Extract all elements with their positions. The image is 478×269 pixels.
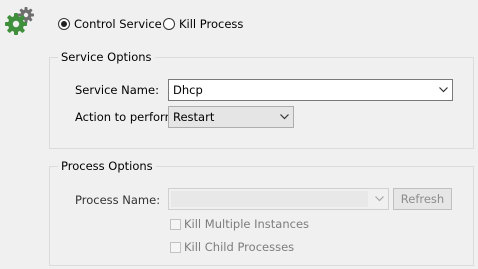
kill-children-checkbox[interactable] (170, 241, 181, 253)
gears-icon (4, 5, 36, 37)
service-options-group: Service Options (49, 50, 474, 149)
kill-process-radio[interactable]: Kill Process (163, 16, 243, 32)
action-label: Action to perform: (75, 110, 180, 124)
refresh-button[interactable]: Refresh (393, 188, 452, 210)
process-name-value (171, 191, 368, 207)
service-name-combobox[interactable]: Dhcp (168, 79, 453, 101)
chevron-down-icon[interactable] (275, 107, 293, 127)
kill-multiple-checkbox-row[interactable]: Kill Multiple Instances (170, 217, 309, 231)
service-name-label: Service Name: (75, 83, 159, 97)
kill-children-label: Kill Child Processes (184, 240, 295, 254)
kill-multiple-label: Kill Multiple Instances (184, 217, 310, 231)
kill-children-checkbox-row[interactable]: Kill Child Processes (170, 240, 294, 254)
process-name-label: Process Name: (75, 193, 161, 207)
process-name-combobox[interactable] (168, 188, 389, 210)
service-name-value: Dhcp (173, 83, 203, 97)
control-service-radio-indicator[interactable] (58, 18, 70, 30)
chevron-down-icon[interactable] (370, 189, 388, 209)
kill-process-radio-indicator[interactable] (163, 18, 175, 30)
action-select[interactable]: Restart (168, 106, 294, 128)
kill-multiple-checkbox[interactable] (170, 218, 181, 230)
chevron-down-icon[interactable] (434, 80, 452, 100)
service-options-title: Service Options (58, 50, 155, 65)
kill-process-label: Kill Process (179, 17, 244, 31)
process-options-title: Process Options (58, 159, 156, 174)
control-service-label: Control Service (74, 17, 162, 31)
control-service-radio[interactable]: Control Service (58, 16, 162, 32)
action-value: Restart (173, 110, 215, 124)
